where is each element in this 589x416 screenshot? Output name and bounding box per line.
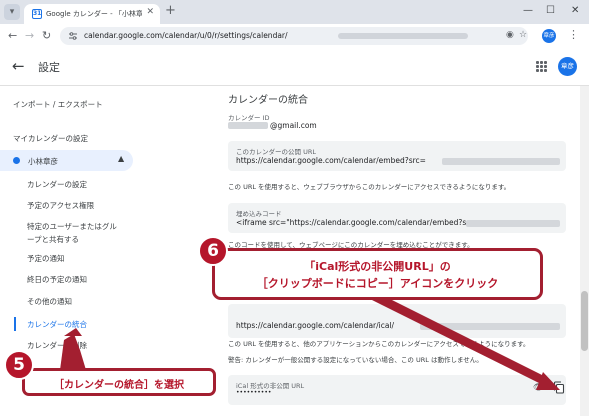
- url-redacted: [338, 33, 468, 39]
- sidebar-item-access-permissions[interactable]: 予定のアクセス権限: [27, 199, 94, 212]
- eye-icon[interactable]: 👁: [533, 383, 544, 393]
- ical-public-url-value: https://calendar.google.com/calendar/ica…: [236, 321, 395, 330]
- public-url-label: このカレンダーの公開 URL: [236, 148, 316, 156]
- calendar-id-redacted: [228, 122, 268, 129]
- sidebar-item-import-export[interactable]: インポート / エクスポート: [13, 99, 103, 110]
- kebab-icon[interactable]: ⋮: [568, 28, 579, 41]
- ical-secret-url-value: ••••••••••: [236, 389, 272, 396]
- public-url-redacted: [442, 158, 560, 165]
- page-title: 設定: [38, 61, 60, 74]
- scrollbar[interactable]: [580, 86, 589, 416]
- sidebar-item-delete-calendar[interactable]: カレンダーを削除: [27, 339, 87, 352]
- tab-list-icon[interactable]: ▾: [4, 4, 20, 20]
- step5-callout: ［カレンダーの統合］を選択: [22, 368, 216, 396]
- close-icon[interactable]: ✕: [146, 7, 154, 17]
- browser-tabstrip: ▾ 31 Google カレンダー - 「小林章彦」の ✕ + — ☐ ✕: [0, 0, 589, 24]
- eye-off-icon[interactable]: ◉: [506, 30, 514, 40]
- sidebar-item-share[interactable]: 特定のユーザーまたはグル ープと共有する: [27, 220, 117, 246]
- arrow-left-icon[interactable]: ←: [12, 57, 25, 75]
- sidebar-calendar-name[interactable]: 小林章彦: [28, 156, 58, 167]
- calendar-color-dot: [13, 157, 20, 164]
- back-icon[interactable]: ←: [8, 28, 17, 44]
- public-url-value: https://calendar.google.com/calendar/emb…: [236, 156, 426, 165]
- reload-icon[interactable]: ↻: [42, 28, 51, 44]
- sidebar-heading-my-calendars: マイカレンダーの設定: [13, 134, 88, 143]
- calendar-id-label: カレンダー ID: [228, 114, 270, 122]
- maximize-icon[interactable]: ☐: [546, 3, 555, 19]
- address-bar[interactable]: calendar.google.com/calendar/u/0/r/setti…: [60, 27, 528, 45]
- sidebar-active-indicator: [14, 317, 16, 331]
- sidebar-item-calendar-settings[interactable]: カレンダーの設定: [27, 178, 87, 191]
- step5-text: ［カレンダーの統合］を選択: [54, 380, 184, 391]
- ical-public-url-redacted: [420, 323, 560, 330]
- ical-secret-url-field[interactable]: iCal 形式の非公開 URL ••••••••••: [228, 375, 566, 405]
- avatar[interactable]: 章彦: [558, 57, 577, 76]
- apps-grid-icon[interactable]: [536, 61, 547, 72]
- scroll-thumb[interactable]: [581, 291, 588, 351]
- ical-public-url-field[interactable]: https://calendar.google.com/calendar/ica…: [228, 304, 566, 338]
- embed-code-label: 埋め込みコード: [236, 210, 282, 218]
- step5-badge: 5: [4, 350, 34, 380]
- sidebar-item-integrate-calendar[interactable]: カレンダーの統合: [27, 318, 87, 331]
- sidebar-item-share-line1: 特定のユーザーまたはグル: [27, 222, 117, 231]
- sidebar-item-allday-notifications[interactable]: 終日の予定の通知: [27, 273, 87, 286]
- close-window-icon[interactable]: ✕: [571, 3, 579, 19]
- app-header: ← 設定 章彦: [0, 48, 589, 86]
- chevron-up-icon[interactable]: ▲: [118, 154, 124, 163]
- browser-toolbar: ← → ↻ calendar.google.com/calendar/u/0/r…: [0, 24, 589, 48]
- star-icon[interactable]: ☆: [519, 30, 527, 40]
- sidebar-item-event-notifications[interactable]: 予定の通知: [27, 252, 65, 265]
- sidebar-item-share-line2: ープと共有する: [27, 235, 80, 244]
- ical-url-warning: 警告: カレンダーが一般公開する設定になっていない場合、この URL は動作しま…: [228, 356, 483, 364]
- public-url-field[interactable]: このカレンダーの公開 URL https://calendar.google.c…: [228, 141, 566, 171]
- embed-code-redacted: [466, 220, 560, 227]
- section-title: カレンダーの統合: [228, 95, 308, 106]
- minimize-icon[interactable]: —: [523, 3, 533, 19]
- plus-icon[interactable]: +: [165, 3, 176, 19]
- browser-tab[interactable]: 31 Google カレンダー - 「小林章彦」の ✕: [24, 4, 160, 24]
- sidebar-item-other-notifications[interactable]: その他の通知: [27, 295, 72, 308]
- step6-line1: 「iCal形式の非公開URL」の: [304, 260, 451, 273]
- url-text: calendar.google.com/calendar/u/0/r/setti…: [84, 31, 288, 40]
- tab-title: Google カレンダー - 「小林章彦」の: [46, 10, 142, 18]
- ical-url-note: この URL を使用すると、他のアプリケーションからこのカレンダーにアクセスでき…: [228, 340, 530, 348]
- step6-callout: 「iCal形式の非公開URL」の ［クリップボードにコピー］アイコンをクリック: [212, 248, 543, 300]
- site-info-icon[interactable]: [68, 31, 78, 41]
- step6-line2: ［クリップボードにコピー］アイコンをクリック: [256, 277, 499, 290]
- copy-icon[interactable]: [553, 381, 565, 394]
- embed-code-field[interactable]: 埋め込みコード <iframe src="https://calendar.go…: [228, 203, 566, 233]
- profile-avatar[interactable]: 章彦: [542, 29, 556, 43]
- public-url-note: この URL を使用すると、ウェブブラウザからこのカレンダーにアクセスできるよう…: [228, 183, 511, 191]
- calendar-id-value: @gmail.com: [270, 121, 317, 130]
- embed-code-value: <iframe src="https://calendar.google.com…: [236, 218, 480, 227]
- favicon-icon: 31: [32, 9, 42, 19]
- step6-badge: 6: [198, 236, 228, 266]
- forward-icon[interactable]: →: [25, 28, 34, 44]
